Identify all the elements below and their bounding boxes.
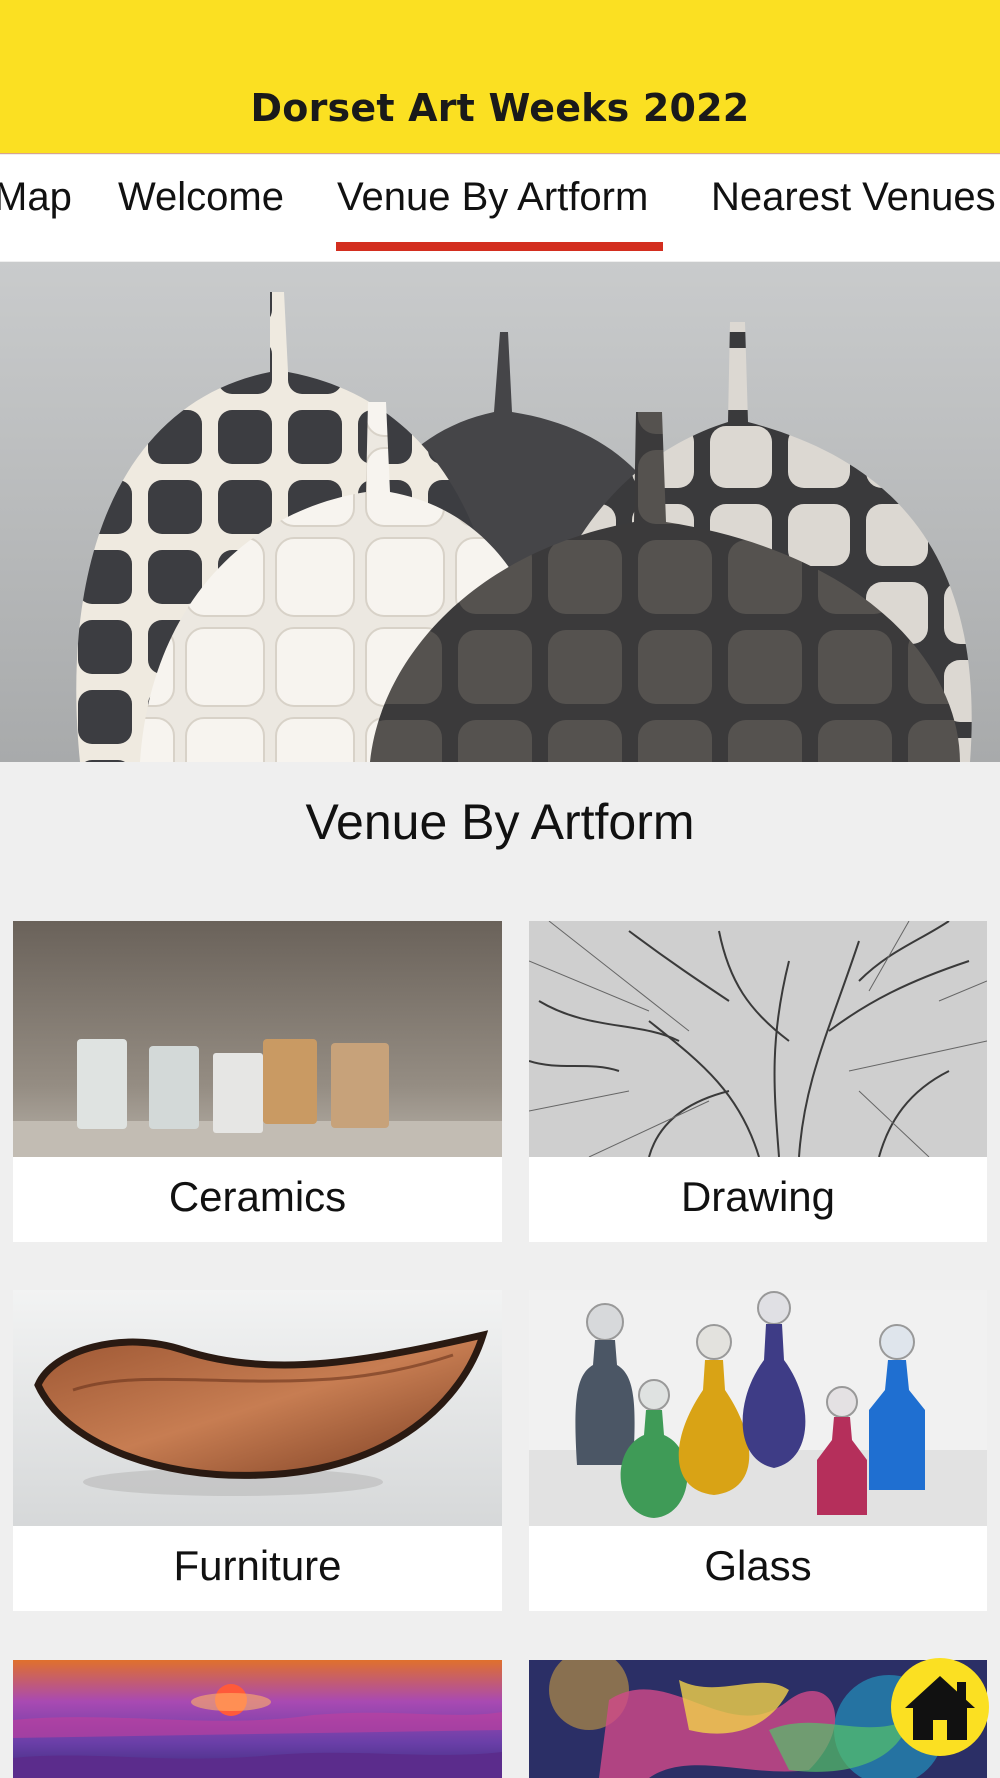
- section-title: Venue By Artform: [305, 794, 695, 850]
- tab-nearest-venues[interactable]: Nearest Venues: [711, 175, 996, 220]
- app-header: Dorset Art Weeks 2022: [0, 0, 1000, 154]
- home-icon: [905, 1676, 975, 1740]
- painting-image: [13, 1660, 502, 1778]
- card-label: Drawing: [680, 1173, 836, 1220]
- tab-map[interactable]: Map: [0, 175, 72, 220]
- glass-image: [529, 1290, 987, 1526]
- drawing-image: [529, 921, 987, 1157]
- card-label: Glass: [704, 1542, 812, 1589]
- artform-card-drawing[interactable]: Drawing: [529, 921, 987, 1242]
- ceramics-image: [13, 921, 502, 1157]
- card-label: Ceramics: [168, 1173, 347, 1220]
- artform-card-glass[interactable]: Glass: [529, 1290, 987, 1611]
- card-label: Furniture: [173, 1542, 342, 1589]
- app-screen: Dorset Art Weeks 2022 Map Welcome Venue …: [0, 0, 1000, 1778]
- tab-bar: Map Welcome Venue By Artform Nearest Ven…: [0, 155, 1000, 261]
- tab-welcome[interactable]: Welcome: [118, 175, 284, 220]
- app-title: Dorset Art Weeks 2022: [250, 86, 750, 130]
- furniture-image: [13, 1290, 502, 1526]
- artform-card-painting[interactable]: [13, 1660, 502, 1778]
- home-button[interactable]: [891, 1658, 989, 1756]
- tab-venue-by-artform[interactable]: Venue By Artform: [337, 175, 648, 220]
- artform-card-ceramics[interactable]: Ceramics: [13, 921, 502, 1242]
- artform-card-furniture[interactable]: Furniture: [13, 1290, 502, 1611]
- active-tab-indicator: [336, 242, 663, 251]
- hero-image: [0, 262, 1000, 762]
